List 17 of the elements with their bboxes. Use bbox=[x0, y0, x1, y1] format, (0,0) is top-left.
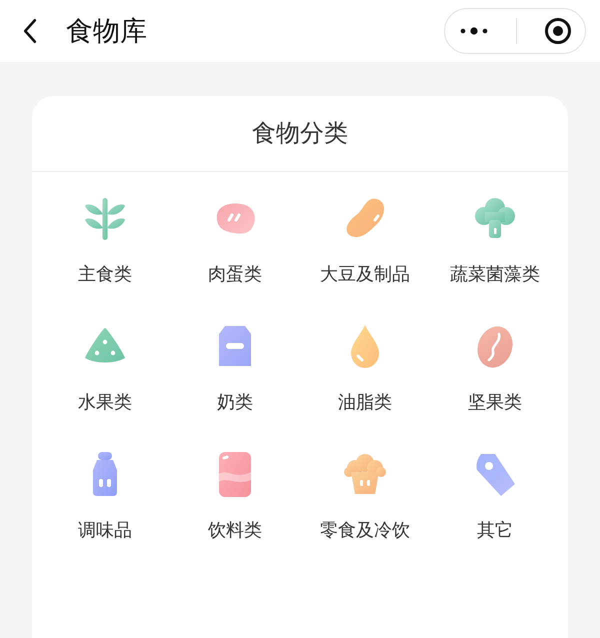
category-item[interactable]: 坚果类 bbox=[430, 322, 560, 414]
more-icon[interactable] bbox=[458, 26, 488, 36]
category-item[interactable]: 主食类 bbox=[40, 194, 170, 286]
category-item[interactable]: 蔬菜菌藻类 bbox=[430, 194, 560, 286]
close-icon[interactable] bbox=[544, 17, 572, 45]
category-item[interactable]: 调味品 bbox=[40, 450, 170, 542]
category-item[interactable]: 肉蛋类 bbox=[170, 194, 300, 286]
category-item[interactable]: 其它 bbox=[430, 450, 560, 542]
category-item[interactable]: 水果类 bbox=[40, 322, 170, 414]
category-item[interactable]: 零食及冷饮 bbox=[300, 450, 430, 542]
card-title: 食物分类 bbox=[32, 96, 568, 172]
category-item[interactable]: 饮料类 bbox=[170, 450, 300, 542]
category-item[interactable]: 油脂类 bbox=[300, 322, 430, 414]
back-icon[interactable] bbox=[22, 18, 37, 44]
page-title: 食物库 bbox=[66, 15, 147, 49]
category-item[interactable]: 奶类 bbox=[170, 322, 300, 414]
category-item[interactable]: 大豆及制品 bbox=[300, 194, 430, 286]
